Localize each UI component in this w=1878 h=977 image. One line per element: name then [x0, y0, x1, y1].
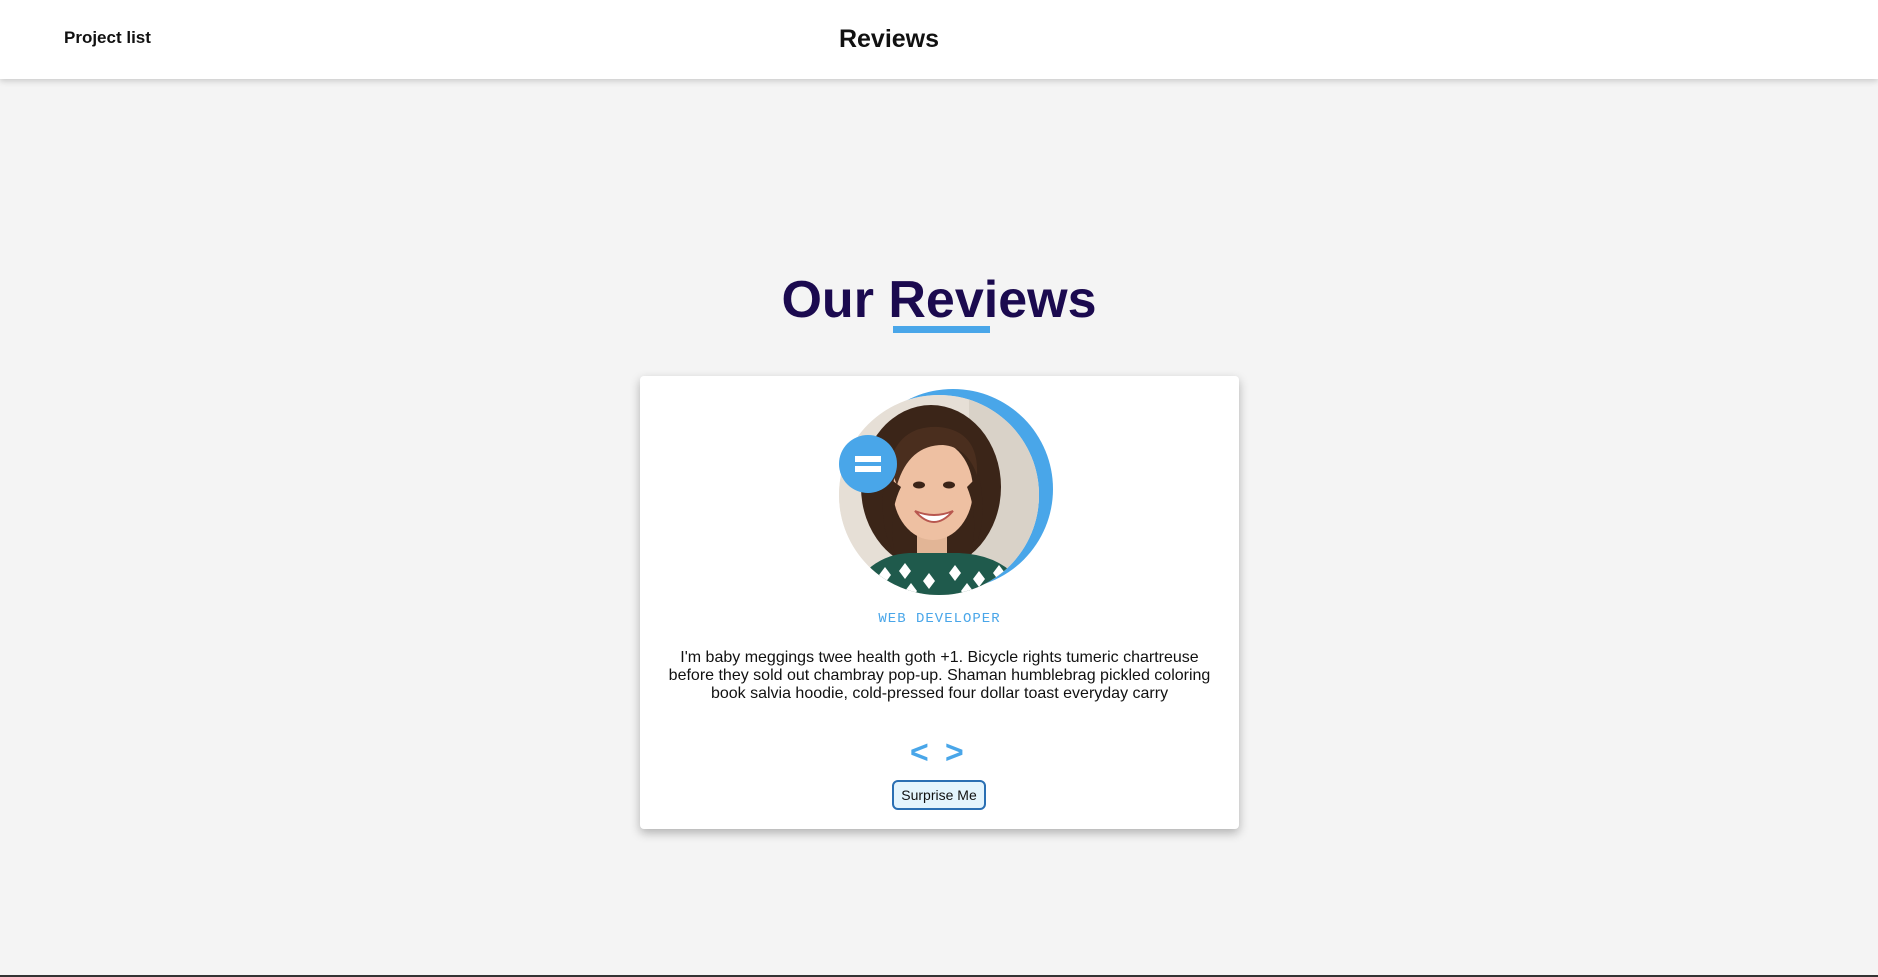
avatar: [839, 395, 1039, 595]
page-title: Reviews: [838, 25, 940, 53]
review-card: WEB DEVELOPER I'm baby meggings twee hea…: [640, 376, 1239, 829]
surprise-me-button[interactable]: Surprise Me: [892, 780, 986, 810]
heading-underline: [893, 326, 990, 333]
top-navbar: Project list Reviews: [0, 0, 1878, 79]
next-review-button[interactable]: >: [945, 734, 964, 770]
quote-glyph-icon: [855, 456, 881, 472]
quote-icon: [839, 435, 897, 493]
review-text: I'm baby meggings twee health goth +1. B…: [668, 649, 1211, 702]
section-heading: Our Reviews: [781, 271, 1097, 329]
avatar-container: [839, 389, 1053, 599]
job-title: WEB DEVELOPER: [878, 611, 1001, 627]
prev-review-button[interactable]: <: [910, 734, 929, 770]
person-photo-icon: [839, 395, 1039, 595]
